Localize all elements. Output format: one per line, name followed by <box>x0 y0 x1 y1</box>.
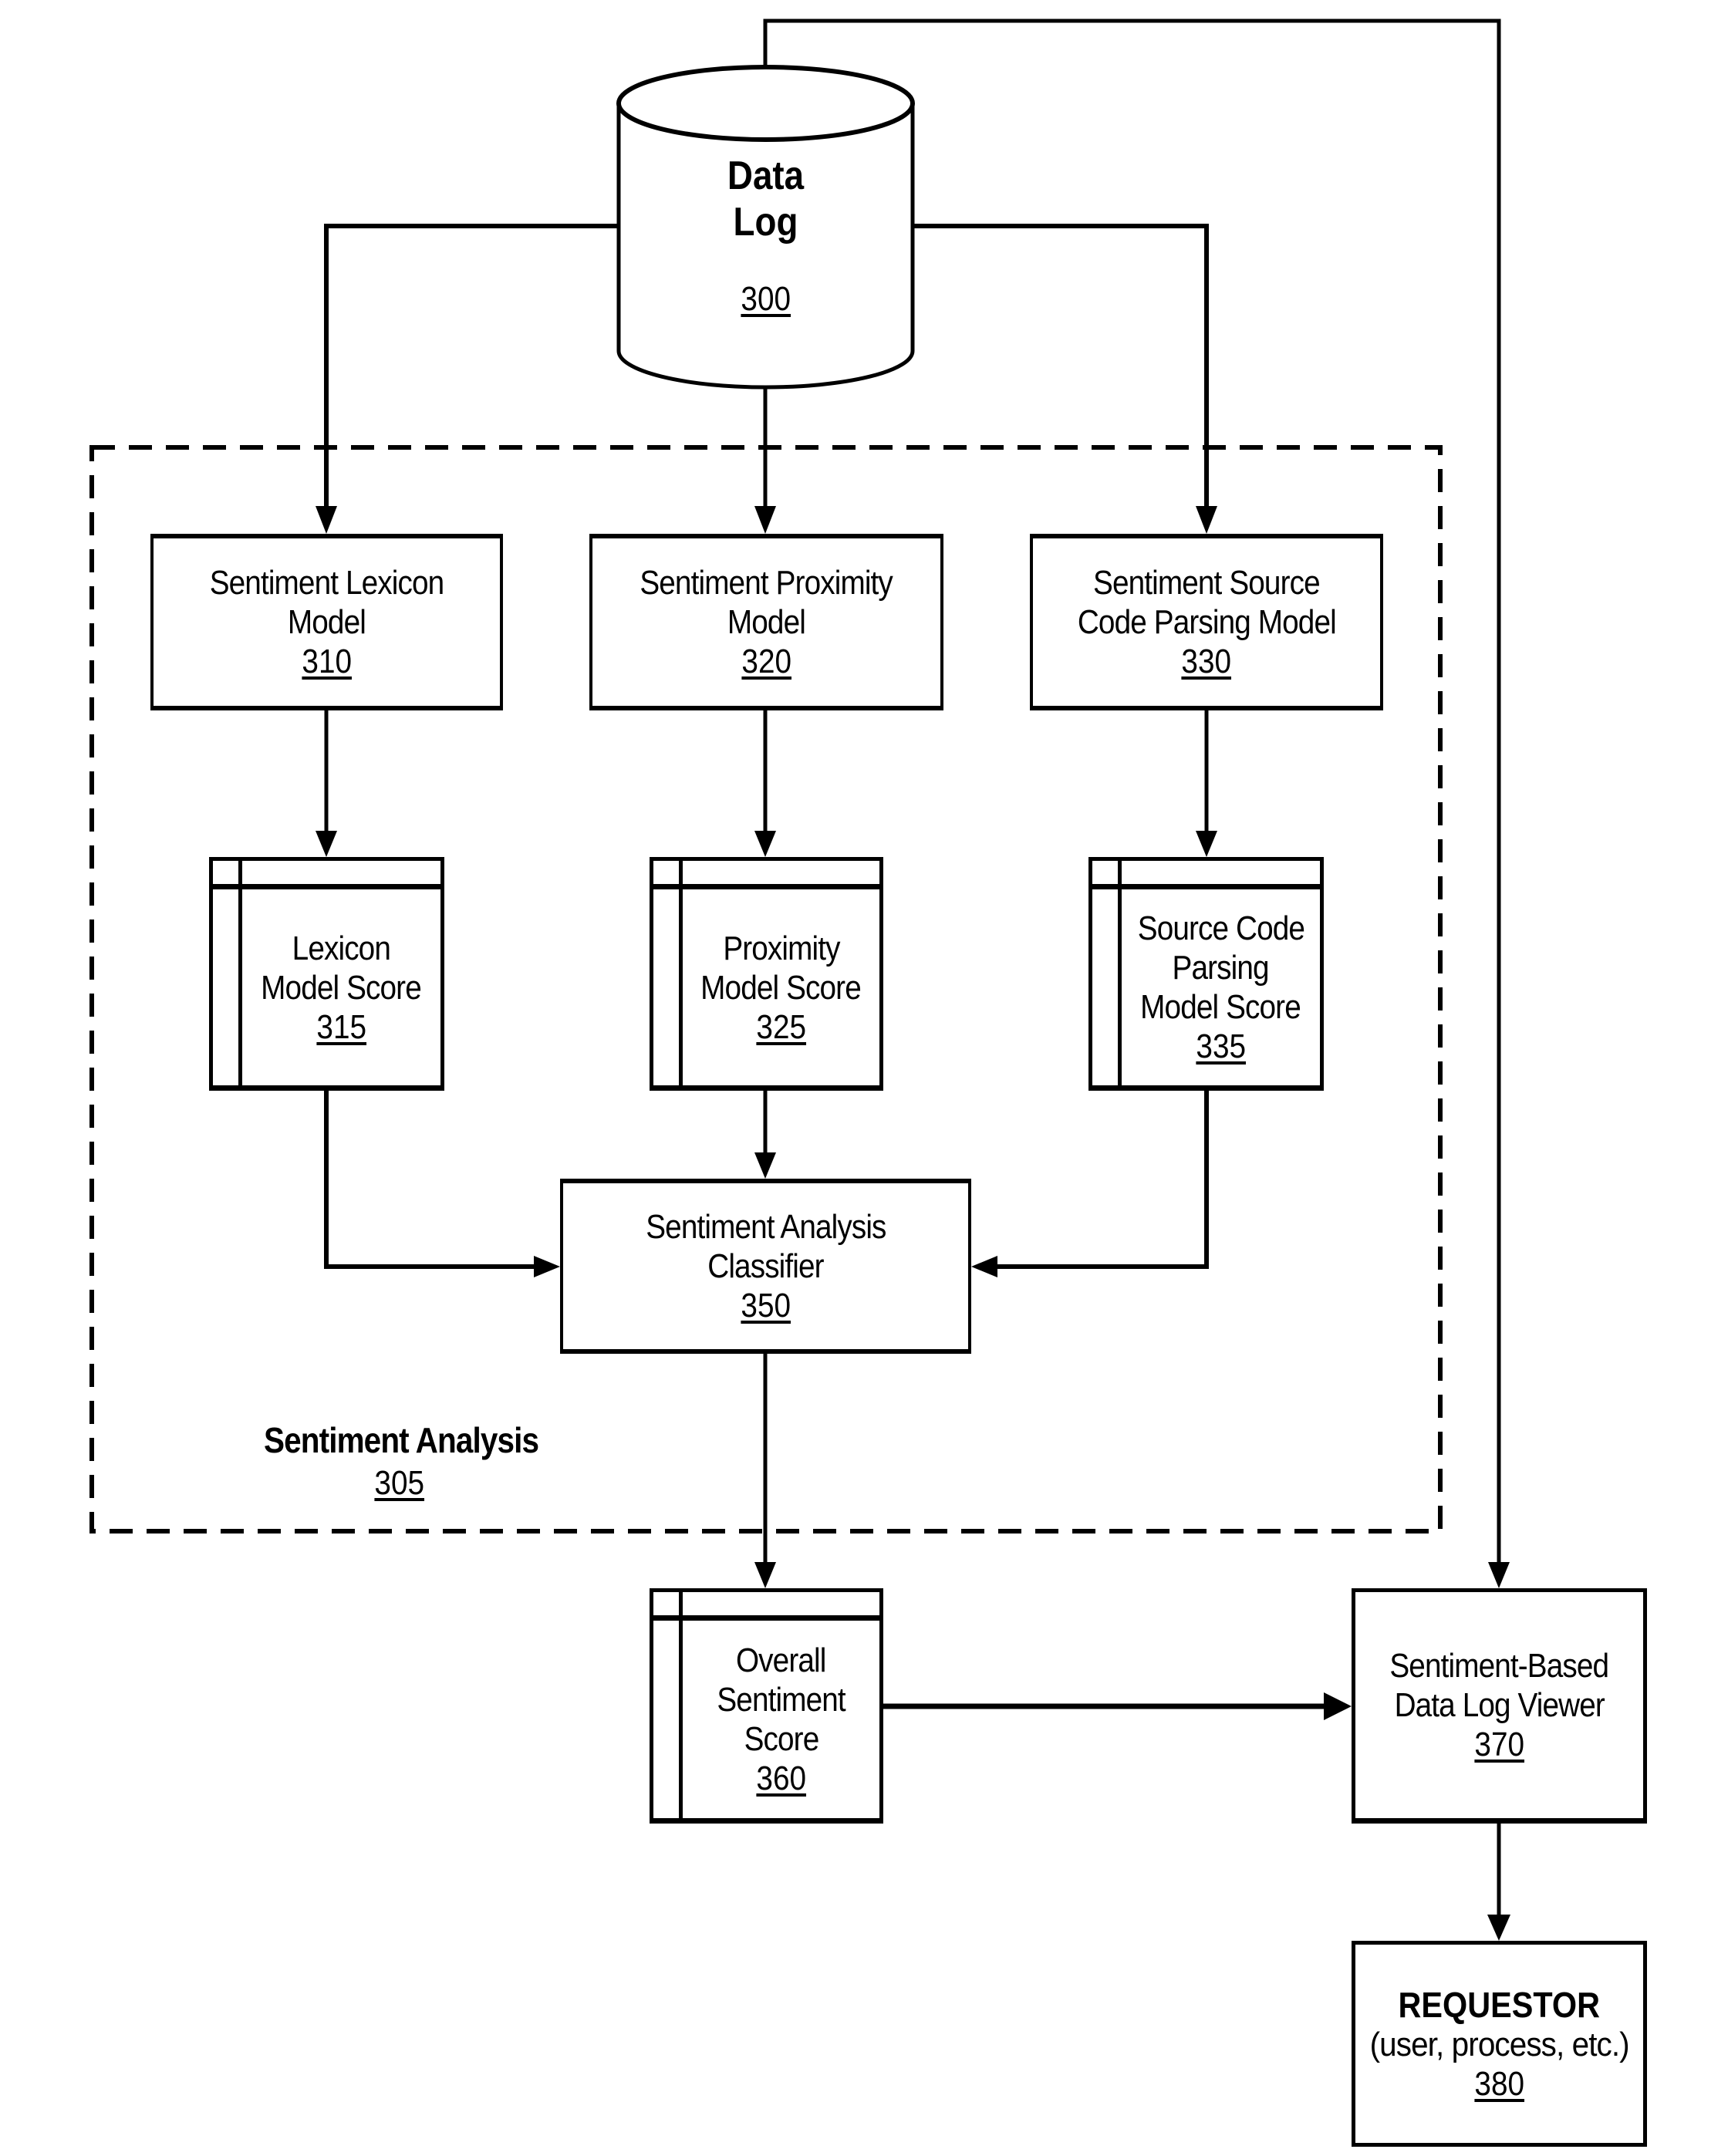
arrowhead <box>316 506 337 534</box>
requestor-box: REQUESTOR (user, process, etc.) 380 <box>1352 1941 1647 2147</box>
model-label-line1: Sentiment Proximity <box>640 564 893 602</box>
score-label-line: Proximity <box>722 929 840 967</box>
overall-sentiment-score-doc: Overall Sentiment Score 360 <box>650 1588 883 1824</box>
viewer-label-line1: Sentiment-Based <box>1389 1647 1610 1685</box>
arrowhead <box>1487 1915 1510 1941</box>
viewer-ref: 370 <box>1474 1726 1524 1763</box>
connector-source-code-score-to-classifier <box>995 1091 1209 1269</box>
connector-datalog-to-source-code-model <box>913 224 1209 509</box>
doc-header-line <box>653 1615 879 1621</box>
model-ref: 310 <box>302 643 352 680</box>
arrowhead <box>971 1256 997 1277</box>
model-label-line2: Model <box>287 603 366 641</box>
arrowhead <box>754 1562 776 1588</box>
overall-ref: 360 <box>756 1760 806 1797</box>
requestor-subtitle: (user, process, etc.) <box>1369 2025 1629 2063</box>
viewer-label-line2: Data Log Viewer <box>1394 1686 1605 1724</box>
score-label-line: Model Score <box>1140 988 1302 1026</box>
classifier-ref: 350 <box>741 1287 791 1324</box>
source-code-parsing-model-score-doc: Source Code Parsing Model Score 335 <box>1088 857 1324 1091</box>
overall-label-line3: Score <box>744 1720 819 1758</box>
arrowhead <box>754 506 776 534</box>
model-label-line2: Code Parsing Model <box>1077 603 1336 641</box>
classifier-label-line1: Sentiment Analysis <box>645 1208 886 1246</box>
sentiment-based-data-log-viewer-box: Sentiment-Based Data Log Viewer 370 <box>1352 1588 1647 1824</box>
model-label-line2: Model <box>727 603 806 641</box>
overall-label-line2: Sentiment <box>717 1681 845 1719</box>
arrowhead <box>754 1152 776 1179</box>
group-ref: 305 <box>374 1464 425 1502</box>
overall-label-line1: Overall <box>736 1641 826 1679</box>
data-log-title-line1: Data <box>727 154 805 198</box>
score-label-line: Model Score <box>261 968 423 1007</box>
score-label-line: Model Score <box>700 968 862 1007</box>
model-ref: 320 <box>741 643 791 680</box>
arrowhead <box>1196 506 1217 534</box>
sentiment-source-code-parsing-model-box: Sentiment Source Code Parsing Model 330 <box>1030 534 1383 710</box>
doc-header-line <box>213 884 440 889</box>
score-label-line: Lexicon <box>292 929 391 967</box>
sentiment-lexicon-model-box: Sentiment Lexicon Model 310 <box>150 534 503 710</box>
arrowhead <box>754 831 776 857</box>
arrowhead <box>316 831 337 857</box>
score-label-line: Parsing <box>1172 949 1270 987</box>
score-ref: 325 <box>756 1007 806 1046</box>
arrowhead <box>534 1256 560 1277</box>
arrowhead <box>1488 1562 1510 1588</box>
requestor-title: REQUESTOR <box>1398 1984 1601 2025</box>
classifier-label-line2: Classifier <box>707 1247 824 1285</box>
model-label-line1: Sentiment Source <box>1093 564 1321 602</box>
score-ref: 315 <box>316 1007 366 1046</box>
lexicon-model-score-doc: Lexicon Model Score 315 <box>209 857 444 1091</box>
proximity-model-score-doc: Proximity Model Score 325 <box>650 857 883 1091</box>
sentiment-analysis-classifier-box: Sentiment Analysis Classifier 350 <box>560 1179 971 1354</box>
connector-lexicon-score-to-classifier <box>324 1091 536 1269</box>
doc-header-line <box>1092 884 1320 889</box>
arrowhead <box>1196 831 1217 857</box>
arrowhead <box>1324 1692 1352 1720</box>
sentiment-analysis-group-label: Sentiment Analysis 305 <box>245 1421 554 1503</box>
sentiment-proximity-model-box: Sentiment Proximity Model 320 <box>589 534 943 710</box>
score-label-line: Source Code <box>1137 909 1304 947</box>
requestor-ref: 380 <box>1474 2064 1524 2103</box>
score-ref: 335 <box>1196 1027 1246 1065</box>
group-title: Sentiment Analysis <box>264 1420 539 1460</box>
connector-datalog-to-lexicon-model <box>324 224 619 509</box>
doc-header-line <box>653 884 879 889</box>
model-ref: 330 <box>1181 643 1232 680</box>
data-log-ref: 300 <box>741 280 791 318</box>
data-log-title-line2: Log <box>733 200 798 245</box>
data-log-node: Data Log 300 <box>619 153 913 319</box>
model-label-line1: Sentiment Lexicon <box>209 564 444 602</box>
